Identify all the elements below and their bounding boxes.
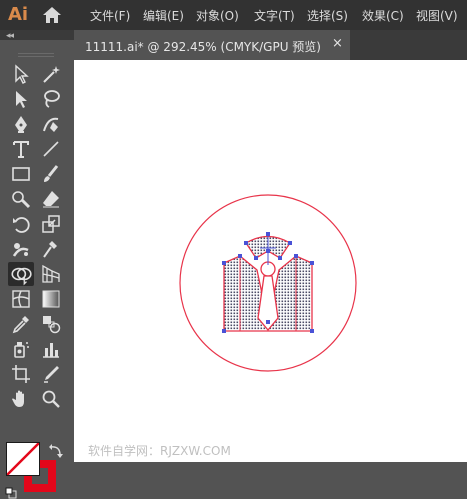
direct-selection-tool-icon[interactable] bbox=[10, 88, 32, 110]
mesh-tool-icon[interactable] bbox=[10, 288, 32, 310]
app-logo: Ai bbox=[8, 4, 29, 25]
close-tab-icon[interactable]: × bbox=[332, 36, 343, 51]
menu-bar: Ai 文件(F) 编辑(E) 对象(O) 文字(T) 选择(S) 效果(C) 视… bbox=[0, 0, 467, 30]
symbol-sprayer-tool-icon[interactable] bbox=[10, 338, 32, 360]
lasso-tool-icon[interactable] bbox=[40, 88, 62, 110]
rotate-tool-icon[interactable] bbox=[10, 213, 32, 235]
pen-tool-icon[interactable] bbox=[10, 113, 32, 135]
toolbar-grip[interactable] bbox=[18, 53, 54, 57]
curvature-tool-icon[interactable] bbox=[40, 113, 62, 135]
eyedropper-tool-icon[interactable] bbox=[10, 313, 32, 335]
perspective-grid-tool-icon[interactable] bbox=[40, 263, 62, 285]
column-graph-tool-icon[interactable] bbox=[40, 338, 62, 360]
shaper-tool-icon[interactable] bbox=[10, 188, 32, 210]
document-tab-title: 11111.ai* @ 292.45% (CMYK/GPU 预览) bbox=[85, 40, 321, 54]
watermark-text: 软件自学网：RJZXW.COM bbox=[88, 444, 231, 458]
eraser-tool-icon[interactable] bbox=[40, 188, 62, 210]
swap-fill-stroke-icon[interactable] bbox=[48, 443, 64, 459]
hand-tool-icon[interactable] bbox=[10, 388, 32, 410]
selection-tool-icon[interactable] bbox=[10, 63, 32, 85]
document-tab[interactable]: 11111.ai* @ 292.45% (CMYK/GPU 预览) × bbox=[74, 30, 350, 60]
fill-color-swatch[interactable] bbox=[6, 442, 40, 476]
artwork[interactable] bbox=[74, 60, 467, 462]
menu-type[interactable]: 文字(T) bbox=[254, 7, 295, 24]
default-fill-stroke-icon[interactable] bbox=[5, 487, 17, 499]
magic-wand-tool-icon[interactable] bbox=[40, 63, 62, 85]
shirt-icon-artwork[interactable] bbox=[179, 194, 357, 372]
menu-view[interactable]: 视图(V) bbox=[416, 7, 458, 24]
rectangle-tool-icon[interactable] bbox=[10, 163, 32, 185]
zoom-tool-icon[interactable] bbox=[40, 388, 62, 410]
type-tool-icon[interactable] bbox=[10, 138, 32, 160]
free-transform-tool-icon[interactable] bbox=[40, 238, 62, 260]
line-segment-tool-icon[interactable] bbox=[40, 138, 62, 160]
none-fill-slash-icon bbox=[7, 443, 39, 475]
tools-panel bbox=[0, 40, 74, 499]
scale-tool-icon[interactable] bbox=[40, 213, 62, 235]
paintbrush-tool-icon[interactable] bbox=[40, 163, 62, 185]
blend-tool-icon[interactable] bbox=[40, 313, 62, 335]
menu-file[interactable]: 文件(F) bbox=[90, 7, 130, 24]
artboard-canvas[interactable]: 软件自学网：RJZXW.COM bbox=[74, 60, 467, 462]
artboard-tool-icon[interactable] bbox=[10, 363, 32, 385]
puppet-warp-tool-icon[interactable] bbox=[10, 238, 32, 260]
menu-edit[interactable]: 编辑(E) bbox=[143, 7, 184, 24]
gradient-tool-icon[interactable] bbox=[40, 288, 62, 310]
menu-select[interactable]: 选择(S) bbox=[307, 7, 348, 24]
home-icon[interactable] bbox=[42, 6, 62, 24]
menu-object[interactable]: 对象(O) bbox=[196, 7, 239, 24]
menu-effect[interactable]: 效果(C) bbox=[362, 7, 404, 24]
slice-tool-icon[interactable] bbox=[40, 363, 62, 385]
shape-builder-tool-icon[interactable] bbox=[8, 262, 34, 286]
